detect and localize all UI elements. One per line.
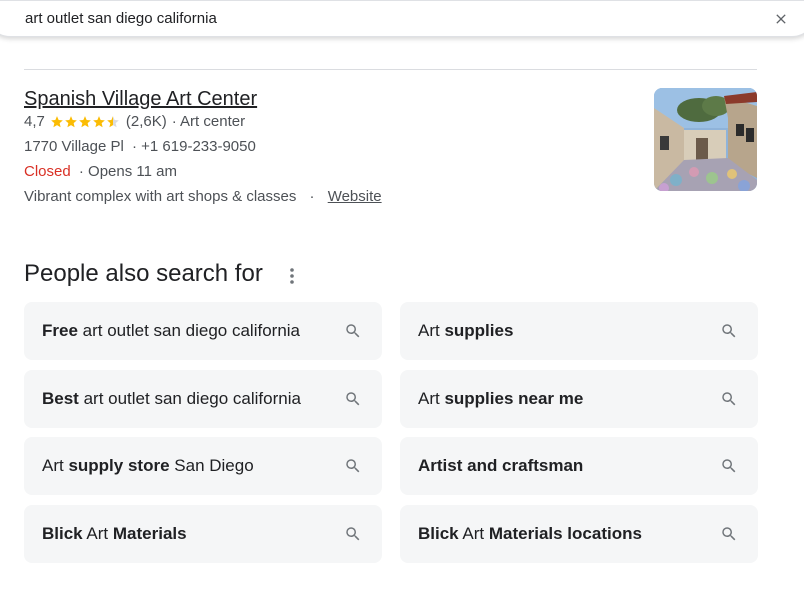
place-phone: · +1 619-233-9050 (131, 138, 256, 155)
related-search-label: Art supplies near me (418, 389, 584, 408)
search-icon (722, 527, 736, 541)
search-icon (722, 324, 736, 338)
related-search-chip[interactable]: Blick Art Materials locations (400, 505, 758, 563)
search-icon (346, 324, 360, 338)
related-search-label: Blick Art Materials (42, 524, 187, 543)
search-icon (722, 459, 736, 473)
related-search-chip[interactable]: Art supplies (400, 302, 758, 360)
star-icon (65, 115, 77, 127)
hours-line: Closed · Opens 11 am (24, 163, 177, 180)
search-input[interactable]: art outlet san diego california (25, 10, 217, 27)
star-icon (107, 115, 119, 127)
place-category: · Art center (171, 113, 246, 130)
more-vert-icon[interactable] (286, 266, 298, 286)
place-description: Vibrant complex with art shops & classes (24, 188, 297, 205)
related-search-label: Art supply store San Diego (42, 456, 254, 475)
website-link[interactable]: Website (328, 188, 382, 205)
related-search-chip[interactable]: Free art outlet san diego california (24, 302, 382, 360)
star-icon (79, 115, 91, 127)
place-photo[interactable] (654, 88, 757, 191)
search-bar: art outlet san diego california (0, 0, 804, 37)
place-title-link[interactable]: Spanish Village Art Center (24, 88, 257, 111)
related-search-label: Best art outlet san diego california (42, 389, 301, 408)
description-line: Vibrant complex with art shops & classes… (24, 188, 382, 205)
related-search-chip[interactable]: Art supplies near me (400, 370, 758, 428)
address-line: 1770 Village Pl · +1 619-233-9050 (24, 138, 256, 155)
related-search-chip[interactable]: Artist and craftsman (400, 437, 758, 495)
search-icon (346, 459, 360, 473)
related-search-chip[interactable]: Blick Art Materials (24, 505, 382, 563)
opening-time: · Opens 11 am (78, 163, 177, 180)
rating-line: 4,7 (2,6K) · Art center (24, 113, 245, 130)
related-search-chip[interactable]: Art supply store San Diego (24, 437, 382, 495)
status-closed: Closed (24, 163, 71, 180)
section-title: People also search for (24, 260, 263, 287)
separator-dot: · (309, 188, 315, 205)
related-search-label: Art supplies (418, 321, 514, 340)
close-icon[interactable] (773, 11, 789, 27)
place-address: 1770 Village Pl (24, 138, 124, 155)
search-icon (346, 392, 360, 406)
divider (24, 69, 757, 70)
rating-value: 4,7 (24, 113, 45, 130)
related-search-chip[interactable]: Best art outlet san diego california (24, 370, 382, 428)
star-rating (50, 115, 120, 129)
related-search-label: Free art outlet san diego california (42, 321, 301, 340)
related-search-label: Artist and craftsman (418, 456, 584, 475)
star-icon (51, 115, 63, 127)
review-count[interactable]: (2,6K) (126, 113, 167, 130)
search-icon (346, 527, 360, 541)
search-icon (722, 392, 736, 406)
star-icon (93, 115, 105, 127)
related-search-label: Blick Art Materials locations (418, 524, 642, 543)
